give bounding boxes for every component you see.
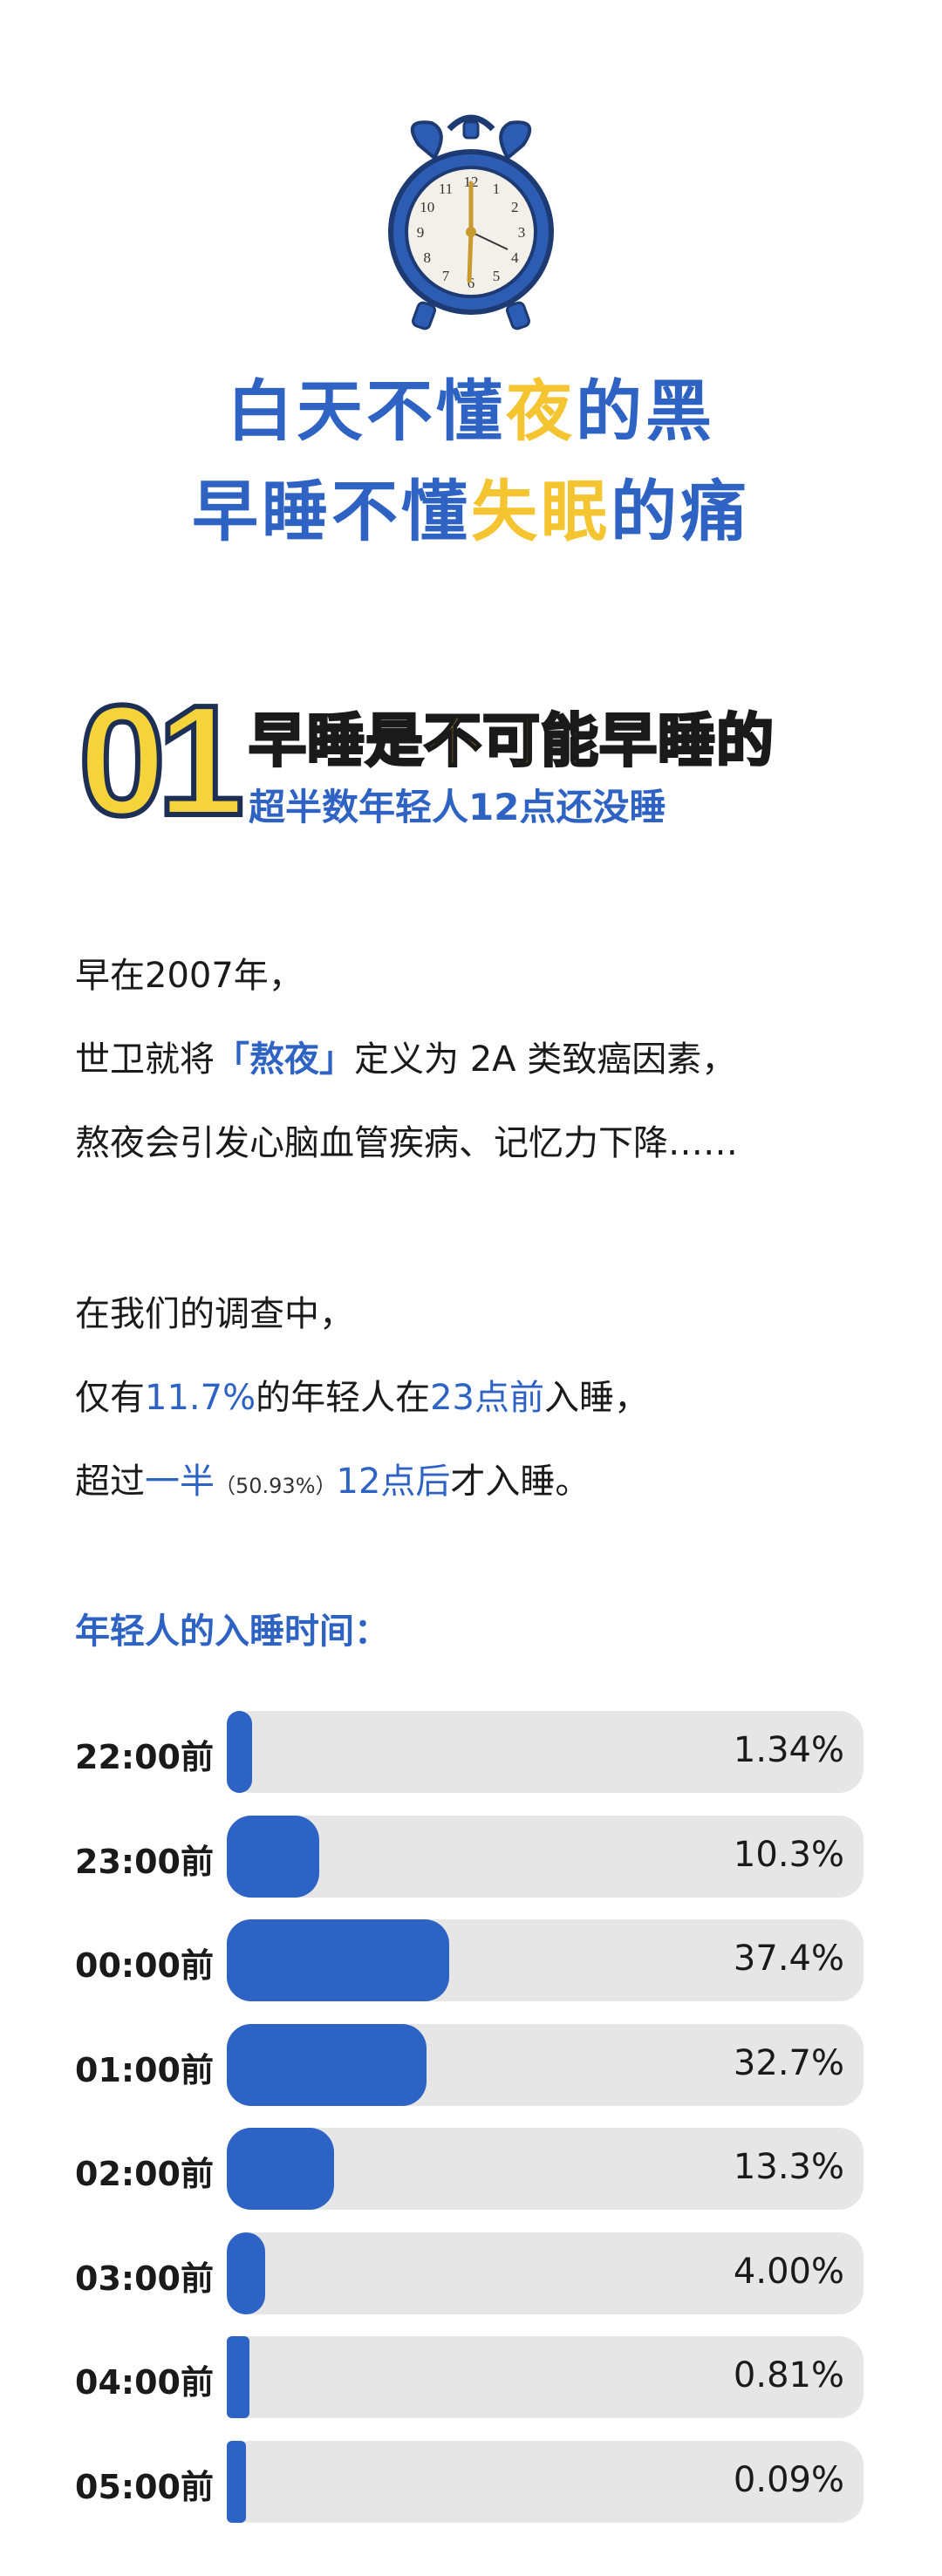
value-label: 37.4% (733, 1939, 844, 1979)
bar (227, 2440, 247, 2523)
category-label: 22:00前 (75, 1738, 214, 1776)
value-label: 0.09% (733, 2459, 844, 2500)
highlight-text: 12点后 (336, 1462, 451, 1502)
highlight-text: 「熬夜」 (215, 1039, 354, 1080)
alarm-clock-icon: 121234567891011 (388, 114, 554, 331)
text-span: 世卫就将 (75, 1039, 215, 1080)
bar (227, 1711, 253, 1793)
clock-number: 1 (493, 181, 501, 197)
bar (227, 2232, 265, 2314)
clock-number: 11 (439, 181, 453, 197)
clock-number: 10 (420, 199, 434, 215)
category-label: 03:00前 (75, 2259, 214, 2298)
highlight-text: 一半 (145, 1462, 215, 1502)
bar (227, 2023, 427, 2106)
category-label: 04:00前 (75, 2363, 214, 2402)
text-span: 超过 (75, 1462, 145, 1502)
clock-number: 2 (511, 199, 519, 215)
section-title: 早睡是不可能早睡的 (248, 706, 775, 776)
clock-number: 8 (424, 249, 432, 266)
hero-title-line-2: 早睡不懂失眠的痛 (0, 458, 942, 554)
section-number: 01 (76, 671, 249, 846)
category-label: 00:00前 (75, 1946, 214, 1985)
bar (227, 1919, 449, 2001)
category-label: 05:00前 (75, 2467, 214, 2506)
hero-title-segment: 早睡不懂 (192, 473, 471, 550)
clock-number: 9 (417, 224, 425, 241)
value-label: 13.3% (733, 2147, 844, 2187)
category-label: 23:00前 (75, 1842, 214, 1881)
text-span: 入睡， (543, 1378, 649, 1418)
hero-title-line-1: 白天不懂夜的黑 (0, 358, 942, 453)
paragraph-line: 早在2007年， (75, 947, 304, 998)
value-label: 1.34% (733, 1730, 844, 1770)
hero-title-segment: 的痛 (611, 473, 750, 550)
text-span: 的年轻人在 (256, 1378, 431, 1418)
bar (227, 2336, 250, 2418)
text-span: 定义为 2A 类致癌因素， (354, 1039, 737, 1080)
highlight-text: 23点前 (430, 1378, 544, 1418)
clock-number: 5 (493, 268, 501, 284)
small-text: （50.93%） (215, 1474, 337, 1498)
text-span: 早在2007年， (75, 956, 304, 996)
svg-text:01: 01 (78, 673, 241, 846)
text-span: 才入睡。 (450, 1462, 590, 1502)
highlight-text: 11.7% (145, 1378, 256, 1418)
clock-number: 4 (511, 249, 519, 266)
value-label: 4.00% (733, 2251, 844, 2292)
section-subtitle: 超半数年轻人12点还没睡 (249, 786, 666, 828)
chart-title: 年轻人的入睡时间： (75, 1612, 389, 1652)
hero-title-segment: 的黑 (576, 372, 715, 450)
paragraph-line: 世卫就将「熬夜」定义为 2A 类致癌因素， (75, 1031, 736, 1081)
hero-title-segment: 失眠 (471, 473, 611, 550)
paragraph-line: 在我们的调查中， (75, 1285, 354, 1336)
bar (227, 2128, 334, 2210)
clock-number: 7 (442, 268, 450, 284)
value-label: 10.3% (733, 1834, 844, 1875)
clock-illustration: 121234567891011 (0, 0, 942, 349)
clock-number: 3 (518, 224, 526, 241)
value-label: 0.81% (733, 2355, 844, 2395)
paragraph-line: 仅有11.7%的年轻人在23点前入睡， (75, 1369, 649, 1420)
hero-title-segment: 白天不懂 (227, 372, 506, 450)
bar (227, 1815, 320, 1898)
hero-title-segment: 夜 (506, 372, 576, 450)
paragraph-line: 熬夜会引发心脑血管疾病、记忆力下降…… (75, 1114, 738, 1165)
text-span: 熬夜会引发心脑血管疾病、记忆力下降…… (75, 1123, 738, 1163)
category-label: 02:00前 (75, 2155, 214, 2193)
paragraph-line: 超过一半（50.93%）12点后才入睡。 (75, 1453, 590, 1503)
category-label: 01:00前 (75, 2050, 214, 2089)
text-span: 仅有 (75, 1378, 145, 1418)
value-label: 32.7% (733, 2042, 844, 2083)
text-span: 在我们的调查中， (75, 1294, 354, 1334)
